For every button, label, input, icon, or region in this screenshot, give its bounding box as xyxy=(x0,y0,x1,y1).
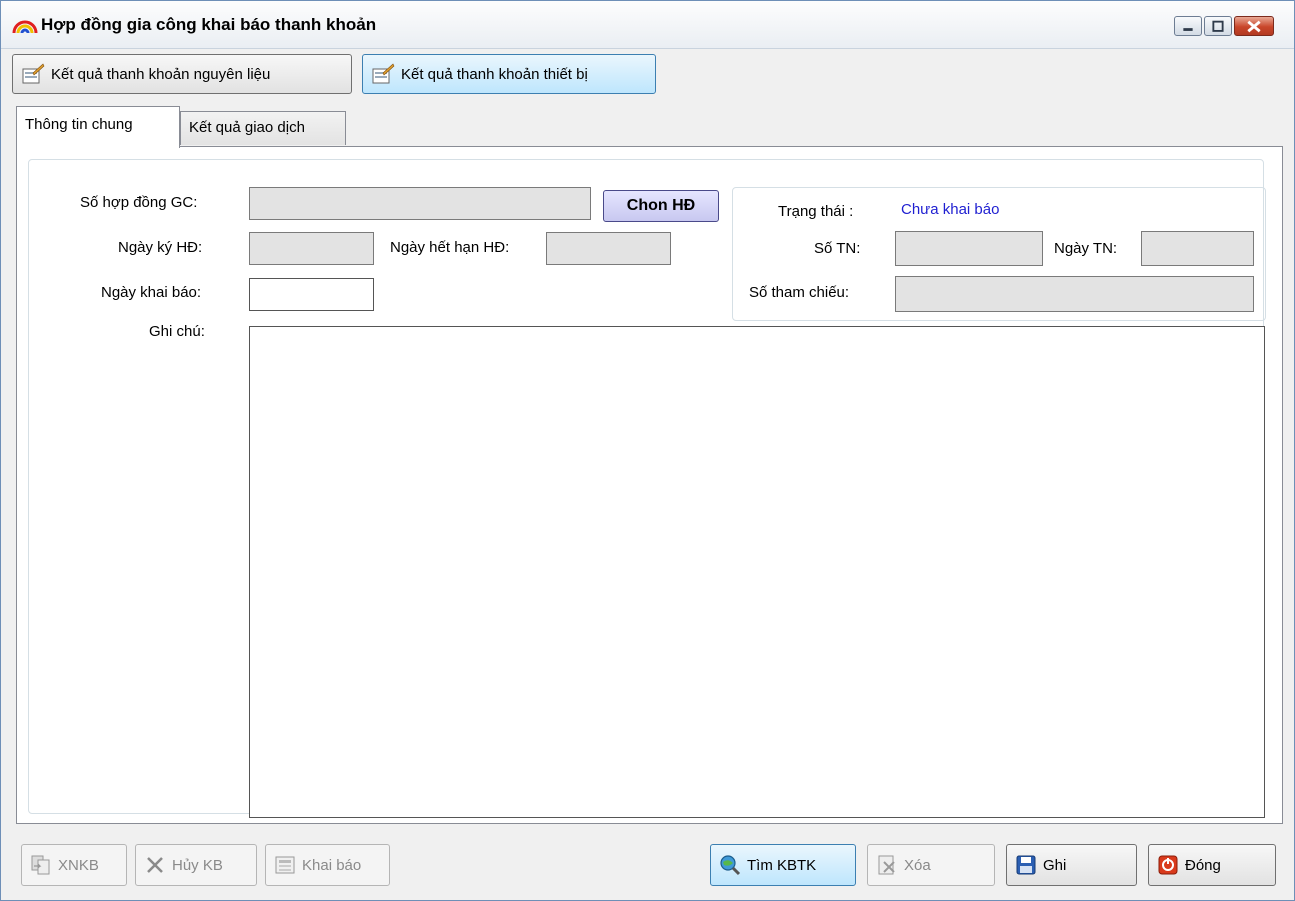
documents-transfer-icon xyxy=(31,855,50,875)
close-window-button[interactable] xyxy=(1234,16,1274,36)
minimize-button[interactable] xyxy=(1174,16,1202,36)
so-hop-dong-label: Số hợp đồng GC: xyxy=(80,194,198,211)
ngay-tn-field[interactable] xyxy=(1141,231,1254,266)
tab-thong-tin-chung[interactable]: Thông tin chung xyxy=(16,106,180,148)
document-edit-icon xyxy=(22,63,45,84)
ghi-chu-label: Ghi chú: xyxy=(149,323,205,340)
ghi-button[interactable]: Ghi xyxy=(1006,844,1137,886)
ngay-ky-field[interactable] xyxy=(249,232,374,265)
ngay-ky-label: Ngày ký HĐ: xyxy=(118,239,203,256)
so-tham-chieu-field[interactable] xyxy=(895,276,1254,312)
ngay-khai-bao-label: Ngày khai báo: xyxy=(101,284,202,301)
so-tn-label: Số TN: xyxy=(814,240,861,257)
dong-button[interactable]: Đóng xyxy=(1148,844,1276,886)
tab-ket-qua-giao-dich[interactable]: Kết quả giao dịch xyxy=(180,111,346,145)
chon-hd-button[interactable]: Chon HĐ xyxy=(603,190,719,222)
cancel-x-icon xyxy=(147,857,163,873)
dong-label: Đóng xyxy=(1185,856,1221,874)
document-edit-icon xyxy=(372,63,395,84)
tim-kbtk-button[interactable]: Tìm KBTK xyxy=(710,844,856,886)
tab-panel: Số hợp đồng GC: Chon HĐ Ngày ký HĐ: Ngày… xyxy=(16,146,1283,824)
title-bar[interactable]: Hợp đồng gia công khai báo thanh khoản xyxy=(1,1,1294,49)
ket-qua-nguyen-lieu-button[interactable]: Kết quả thanh khoản nguyên liệu xyxy=(12,54,352,94)
maximize-icon xyxy=(1212,20,1224,32)
send-document-icon xyxy=(275,856,295,874)
xoa-button[interactable]: Xóa xyxy=(867,844,995,886)
khai-bao-button[interactable]: Khai báo xyxy=(265,844,390,886)
huy-kb-button[interactable]: Hủy KB xyxy=(135,844,257,886)
tab-thong-tin-chung-label: Thông tin chung xyxy=(25,116,133,133)
power-off-icon xyxy=(1158,855,1178,875)
so-hop-dong-field[interactable] xyxy=(249,187,591,220)
ket-qua-thiet-bi-button[interactable]: Kết quả thanh khoản thiết bị xyxy=(362,54,656,94)
xoa-label: Xóa xyxy=(904,856,931,874)
xnkb-button[interactable]: XNKB xyxy=(21,844,127,886)
so-tham-chieu-label: Số tham chiếu: xyxy=(749,284,850,301)
window-title: Hợp đồng gia công khai báo thanh khoản xyxy=(41,15,377,34)
ghi-chu-textarea[interactable] xyxy=(249,326,1265,818)
so-tn-field[interactable] xyxy=(895,231,1043,266)
trang-thai-value: Chưa khai báo xyxy=(901,201,1000,218)
minimize-icon xyxy=(1183,28,1193,31)
tim-kbtk-label: Tìm KBTK xyxy=(747,856,817,874)
trang-thai-label: Trạng thái : xyxy=(778,203,854,220)
xnkb-label: XNKB xyxy=(58,856,99,874)
general-info-groupbox: Số hợp đồng GC: Chon HĐ Ngày ký HĐ: Ngày… xyxy=(28,159,1266,818)
ngay-khai-bao-field[interactable] xyxy=(249,278,374,311)
ngay-tn-label: Ngày TN: xyxy=(1054,240,1118,257)
khai-bao-label: Khai báo xyxy=(302,856,362,874)
ngay-het-han-label: Ngày hết hạn HĐ: xyxy=(390,239,510,256)
search-globe-icon xyxy=(720,855,741,876)
delete-document-icon xyxy=(878,855,895,875)
save-disk-icon xyxy=(1016,855,1036,875)
huy-kb-label: Hủy KB xyxy=(172,856,223,874)
rainbow-arc-icon xyxy=(12,20,38,34)
dialog-window: Hợp đồng gia công khai báo thanh khoản K… xyxy=(0,0,1295,901)
maximize-button[interactable] xyxy=(1204,16,1232,36)
ket-qua-thiet-bi-label: Kết quả thanh khoản thiết bị xyxy=(401,65,588,83)
tab-ket-qua-giao-dich-label: Kết quả giao dịch xyxy=(189,119,305,136)
status-groupbox: Trạng thái : Chưa khai báo Số TN: Ngày T… xyxy=(732,187,1266,321)
ngay-het-han-field[interactable] xyxy=(546,232,671,265)
ket-qua-nguyen-lieu-label: Kết quả thanh khoản nguyên liệu xyxy=(51,65,271,83)
close-icon xyxy=(1247,20,1261,33)
ghi-label: Ghi xyxy=(1043,856,1067,874)
